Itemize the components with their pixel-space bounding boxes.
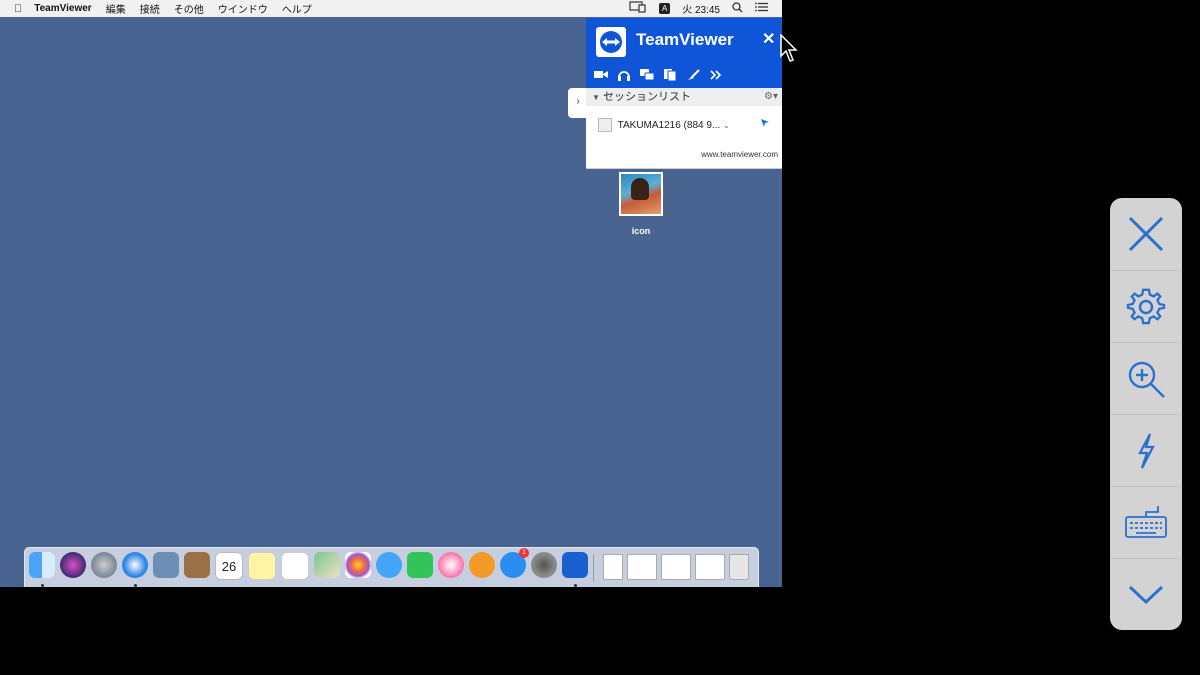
- dock-maps-icon[interactable]: [314, 552, 340, 578]
- notification-center-icon[interactable]: [755, 2, 768, 15]
- session-row[interactable]: TAKUMA1216 (884 9... ⌄: [598, 118, 770, 134]
- session-settings-gear-icon[interactable]: ⚙▾: [764, 88, 778, 106]
- desktop-file-icon[interactable]: icon: [619, 172, 663, 236]
- whiteboard-icon[interactable]: [686, 68, 700, 82]
- dock-downloads-icon[interactable]: [603, 554, 623, 580]
- teamviewer-toolbar: [594, 68, 723, 82]
- teamviewer-close-button[interactable]: ✕: [762, 29, 775, 49]
- dock: 26 1: [24, 547, 759, 587]
- keyboard-button[interactable]: [1110, 486, 1182, 559]
- chevron-down-icon: [1128, 585, 1164, 605]
- computer-icon: [598, 118, 612, 133]
- remote-control-cursor-icon[interactable]: [760, 118, 770, 134]
- dock-reminders-icon[interactable]: [281, 552, 309, 580]
- file-thumbnail: [619, 172, 663, 216]
- calendar-day: 26: [221, 559, 237, 574]
- desktop-file-label: icon: [631, 226, 651, 236]
- session-name: TAKUMA1216 (884 9...: [617, 120, 721, 131]
- screen-share-icon[interactable]: [629, 1, 647, 16]
- menu-clock[interactable]: 火 23:45: [682, 1, 720, 16]
- zoom-in-icon: [1128, 361, 1165, 398]
- dock-facetime-icon[interactable]: [407, 552, 433, 578]
- dock-notes-icon[interactable]: [248, 552, 276, 580]
- settings-button[interactable]: [1110, 270, 1182, 343]
- panel-collapse-toggle[interactable]: ›: [568, 88, 588, 118]
- dock-calendar-icon[interactable]: 26: [215, 552, 243, 580]
- chat-icon[interactable]: [640, 68, 655, 82]
- files-icon[interactable]: [663, 68, 677, 82]
- dock-separator: [593, 554, 594, 582]
- dock-siri-icon[interactable]: [60, 552, 86, 578]
- dock-recent-file-2-icon[interactable]: [661, 554, 691, 580]
- dock-recent-file-1-icon[interactable]: [627, 554, 657, 580]
- menu-edit[interactable]: 編集: [106, 1, 126, 16]
- appstore-badge: 1: [519, 548, 529, 558]
- session-dropdown-chevron-icon[interactable]: ⌄: [723, 121, 730, 130]
- remote-control-toolbar: [1110, 198, 1182, 630]
- menu-other[interactable]: その他: [174, 1, 204, 16]
- dock-preview-icon[interactable]: [153, 552, 179, 578]
- dock-safari-icon[interactable]: [122, 552, 148, 587]
- hide-toolbar-button[interactable]: [1110, 558, 1182, 631]
- input-source-indicator[interactable]: A: [659, 3, 671, 14]
- close-icon: [1128, 216, 1164, 252]
- teamviewer-logo-icon: [596, 27, 626, 57]
- dock-finder-icon[interactable]: [29, 552, 55, 587]
- dock-teamviewer-icon[interactable]: [562, 552, 588, 587]
- dock-ibooks-icon[interactable]: [469, 552, 495, 578]
- lightning-icon: [1138, 433, 1155, 469]
- more-icon[interactable]: [709, 68, 723, 82]
- teamviewer-title: TeamViewer: [636, 30, 734, 49]
- dock-system-preferences-icon[interactable]: [531, 552, 557, 578]
- dock-contacts-icon[interactable]: [184, 552, 210, 578]
- actions-button[interactable]: [1110, 414, 1182, 487]
- menu-bar:  TeamViewer 編集 接続 その他 ウインドウ ヘルプ A 火 23:…: [0, 0, 782, 17]
- menu-connect[interactable]: 接続: [140, 1, 160, 16]
- dock-itunes-icon[interactable]: [438, 552, 464, 578]
- remote-screen[interactable]:  TeamViewer 編集 接続 その他 ウインドウ ヘルプ A 火 23:…: [0, 0, 782, 587]
- spotlight-search-icon[interactable]: [732, 1, 743, 16]
- gear-icon: [1126, 288, 1166, 325]
- dock-photos-icon[interactable]: [345, 552, 371, 578]
- dock-appstore-icon[interactable]: 1: [500, 548, 529, 578]
- session-list-header[interactable]: ▼ セッションリスト ⚙▾: [586, 88, 782, 106]
- session-list-title: セッションリスト: [602, 91, 691, 103]
- video-icon[interactable]: [594, 68, 608, 82]
- collapse-triangle-icon[interactable]: ▼: [592, 93, 600, 102]
- menu-window[interactable]: ウインドウ: [218, 1, 268, 16]
- teamviewer-header: TeamViewer ✕: [586, 18, 782, 88]
- apple-menu-icon[interactable]: : [14, 3, 22, 15]
- menu-help[interactable]: ヘルプ: [282, 1, 312, 16]
- dock-trash-icon[interactable]: [729, 554, 749, 580]
- mouse-pointer-icon: [780, 33, 800, 69]
- teamviewer-url[interactable]: www.teamviewer.com: [701, 150, 778, 159]
- keyboard-icon: [1125, 506, 1167, 538]
- headset-icon[interactable]: [617, 68, 631, 82]
- dock-launchpad-icon[interactable]: [91, 552, 117, 578]
- zoom-button[interactable]: [1110, 342, 1182, 415]
- dock-recent-file-3-icon[interactable]: [695, 554, 725, 580]
- session-list-panel: ▼ セッションリスト ⚙▾ TAKUMA1216 (884 9... ⌄ www…: [586, 88, 782, 169]
- menu-app-name[interactable]: TeamViewer: [34, 3, 91, 14]
- teamviewer-panel: TeamViewer ✕ ▼ セッションリスト ⚙▾ TAKUMA1216 (8…: [586, 18, 782, 169]
- dock-messages-icon[interactable]: [376, 552, 402, 578]
- close-session-button[interactable]: [1110, 198, 1182, 270]
